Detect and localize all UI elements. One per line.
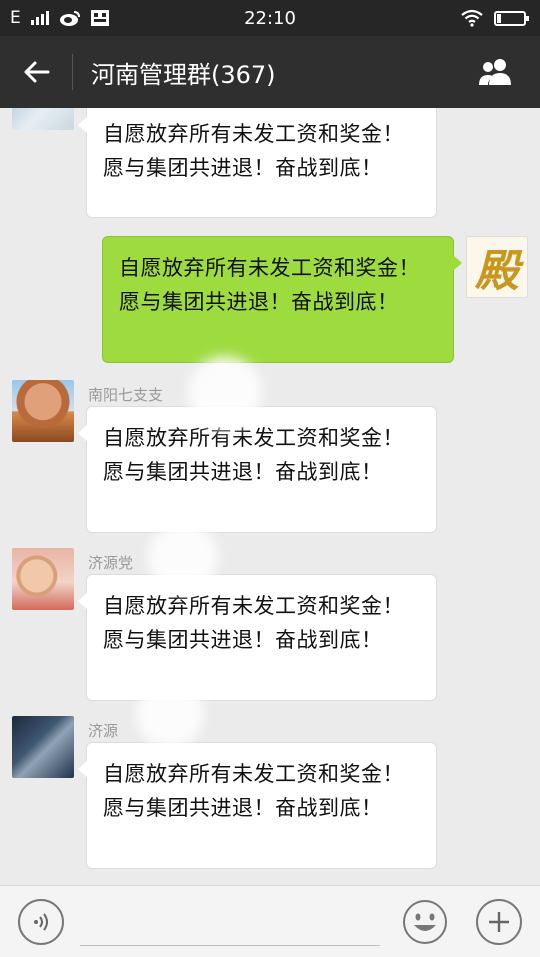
- message-item: 南阳七支支 自愿放弃所有未发工资和奖金！愿与集团共进退！奋战到底！: [0, 356, 540, 535]
- avatar-glyph: 殿: [475, 246, 519, 297]
- message-item: 自愿放弃所有未发工资和奖金！愿与集团共进退！奋战到底！ 殿: [0, 236, 540, 366]
- chat-header: 河南管理群(367): [0, 36, 540, 108]
- message-item: 济源党 自愿放弃所有未发工资和奖金！愿与集团共进退！奋战到底！: [0, 522, 540, 703]
- group-members-button[interactable]: [466, 36, 526, 108]
- message-bubble[interactable]: 自愿放弃所有未发工资和奖金！愿与集团共进退！奋战到底！: [78, 742, 437, 869]
- avatar[interactable]: [12, 716, 74, 778]
- message-text: 自愿放弃所有未发工资和奖金！愿与集团共进退！奋战到底！: [103, 122, 404, 180]
- more-button[interactable]: [476, 899, 522, 945]
- message-bubble[interactable]: 自愿放弃所有未发工资和奖金！愿与集团共进退！奋战到底！: [102, 236, 462, 363]
- message-bubble[interactable]: 自愿放弃所有未发工资和奖金！愿与集团共进退！奋战到底！: [78, 406, 437, 533]
- message-text: 自愿放弃所有未发工资和奖金！愿与集团共进退！奋战到底！: [119, 256, 420, 314]
- grid-app-icon: [90, 10, 109, 26]
- message-text: 自愿放弃所有未发工资和奖金！愿与集团共进退！奋战到底！: [103, 762, 404, 820]
- privacy-blur: [136, 680, 204, 748]
- emoji-icon: [403, 900, 447, 944]
- chat-area[interactable]: 自愿放弃所有未发工资和奖金！愿与集团共进退！奋战到底！ 自愿放弃所有未发工资和奖…: [0, 108, 540, 888]
- sender-name: 济源党: [88, 554, 134, 572]
- avatar[interactable]: 殿: [466, 236, 528, 298]
- page-title: 河南管理群(367): [91, 60, 276, 89]
- wifi-icon: [461, 9, 483, 27]
- message-text: 自愿放弃所有未发工资和奖金！愿与集团共进退！奋战到底！: [103, 594, 404, 652]
- avatar[interactable]: [12, 108, 74, 130]
- status-bar: E 22:10: [0, 0, 540, 36]
- status-left: E: [10, 8, 109, 28]
- avatar[interactable]: [12, 380, 74, 442]
- back-arrow-icon: [24, 61, 50, 83]
- header-divider: [72, 54, 73, 90]
- battery-fill: [497, 13, 501, 23]
- message-item: 济源 自愿放弃所有未发工资和奖金！愿与集团共进退！奋战到底！: [0, 680, 540, 871]
- sender-name: 南阳七支支: [88, 386, 164, 404]
- emoji-button[interactable]: [402, 899, 448, 945]
- battery-icon: [494, 10, 529, 26]
- message-input[interactable]: [80, 898, 380, 946]
- plus-icon: [489, 912, 509, 932]
- avatar[interactable]: [12, 548, 74, 610]
- message-bubble[interactable]: 自愿放弃所有未发工资和奖金！愿与集团共进退！奋战到底！: [78, 574, 437, 701]
- privacy-blur: [148, 522, 218, 592]
- message-item: 自愿放弃所有未发工资和奖金！愿与集团共进退！奋战到底！: [0, 108, 540, 220]
- network-type: E: [10, 8, 21, 28]
- privacy-blur: [188, 356, 262, 430]
- sender-name: 济源: [88, 722, 119, 740]
- input-bar: [0, 885, 540, 957]
- group-members-icon: [479, 59, 511, 85]
- status-right: [460, 9, 529, 27]
- message-bubble[interactable]: 自愿放弃所有未发工资和奖金！愿与集团共进退！奋战到底！: [78, 108, 437, 218]
- weibo-icon: [59, 11, 80, 26]
- back-button[interactable]: [0, 36, 72, 108]
- signal-icon: [30, 11, 49, 25]
- voice-icon: [34, 913, 48, 931]
- voice-button[interactable]: [18, 899, 64, 945]
- message-text: 自愿放弃所有未发工资和奖金！愿与集团共进退！奋战到底！: [103, 426, 404, 484]
